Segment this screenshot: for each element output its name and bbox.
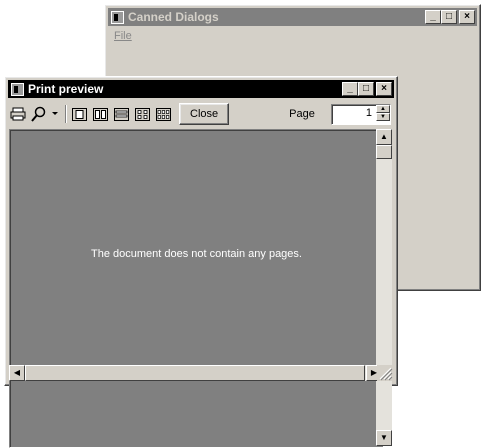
four-pages-icon[interactable] (133, 105, 151, 123)
spinner-up-button[interactable]: ▲ (376, 105, 390, 113)
vertical-scrollbar[interactable]: ▲ ▼ (376, 129, 392, 446)
two-pages-icon[interactable] (91, 105, 109, 123)
three-pages-icon[interactable] (112, 105, 130, 123)
spinner-down-button[interactable]: ▼ (376, 113, 390, 121)
horizontal-scrollbar[interactable]: ◀ ▶ (9, 365, 382, 381)
menu-bar: File (108, 27, 477, 45)
window-title: Print preview (28, 82, 104, 96)
maximize-button[interactable]: □ (358, 82, 374, 96)
scroll-down-button[interactable]: ▼ (376, 430, 392, 446)
spinner-buttons: ▲ ▼ (376, 105, 390, 122)
horizontal-scroll-thumb[interactable] (25, 365, 365, 381)
zoom-icon[interactable] (30, 105, 48, 123)
canned-dialogs-titlebar[interactable]: Canned Dialogs _ □ × (108, 8, 477, 26)
page-number-input[interactable]: 1 (366, 107, 372, 119)
minimize-button[interactable]: _ (425, 10, 441, 24)
app-icon (11, 82, 24, 96)
minimize-button[interactable]: _ (342, 82, 358, 96)
page-spinner[interactable]: 1 ▲ ▼ (331, 104, 391, 125)
scroll-up-button[interactable]: ▲ (376, 129, 392, 145)
menu-file[interactable]: File (108, 30, 138, 42)
preview-area: The document does not contain any pages. (9, 129, 384, 448)
resize-grip[interactable] (377, 365, 393, 381)
print-icon[interactable] (9, 105, 27, 123)
one-page-icon[interactable] (70, 105, 88, 123)
print-preview-titlebar[interactable]: Print preview _ □ × (8, 80, 394, 98)
caption-buttons: _ □ × (425, 10, 475, 24)
vertical-scroll-thumb[interactable] (376, 145, 392, 159)
app-icon (111, 10, 124, 24)
resize-grip-icon (379, 367, 393, 381)
empty-document-message: The document does not contain any pages. (91, 248, 302, 260)
scroll-left-button[interactable]: ◀ (9, 365, 25, 381)
window-title: Canned Dialogs (128, 10, 219, 24)
close-button[interactable]: × (459, 10, 475, 24)
close-button[interactable]: × (376, 82, 392, 96)
page-label: Page (289, 108, 315, 120)
close-preview-button[interactable]: Close (179, 103, 230, 125)
maximize-button[interactable]: □ (441, 10, 457, 24)
dropdown-arrow-icon[interactable] (51, 105, 59, 123)
caption-buttons: _ □ × (342, 82, 392, 96)
print-preview-window: Print preview _ □ × Close Page 1 ▲ ▼ The… (4, 76, 398, 448)
six-pages-icon[interactable] (154, 105, 172, 123)
toolbar-separator (65, 105, 67, 123)
